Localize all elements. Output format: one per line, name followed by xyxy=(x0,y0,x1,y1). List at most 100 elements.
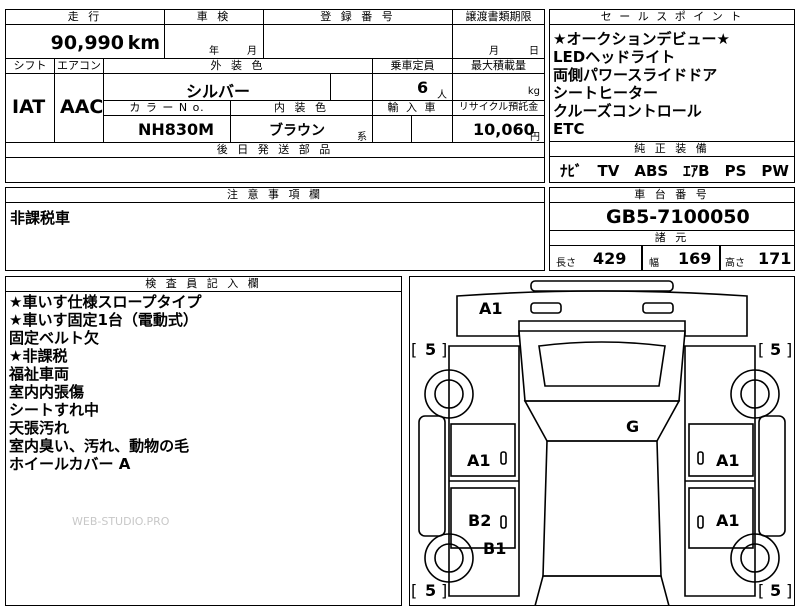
right-front-handle xyxy=(697,451,704,465)
exterior-color-cell: シルバー xyxy=(103,73,331,101)
inspector-note-item: 室内臭い、汚れ、動物の毛 xyxy=(9,437,190,455)
inspector-note-item: ★非課税 xyxy=(9,347,68,365)
notes-text: 非課税車 xyxy=(10,209,71,227)
tire-rl-bracket-open: [ xyxy=(411,581,418,600)
maxload-header: 最大積載量 xyxy=(452,58,545,74)
mileage-header: 走 行 xyxy=(5,9,165,25)
inspection-cell: 年 月 xyxy=(164,24,264,59)
aircon-value: AAC xyxy=(60,96,104,118)
inspector-label: 検 査 員 記 入 欄 xyxy=(145,277,262,290)
recycle-cell: 10,060 円 xyxy=(452,115,545,143)
transfer-doc-label: 譲渡書類期限 xyxy=(465,10,532,23)
imported-header: 輸 入 車 xyxy=(372,100,453,116)
width-label: 幅 xyxy=(649,258,659,269)
roof xyxy=(542,440,662,577)
tire-rl-bracket-close: ] xyxy=(441,581,448,600)
inspector-note-item: ★車いす仕様スロープタイプ xyxy=(9,293,202,311)
inspection-label: 車 検 xyxy=(196,10,232,23)
selling-points-list: ★オークションデビュー★ LEDヘッドライト 両側パワースライドドア シートヒーターク… xyxy=(553,30,730,138)
tire-fl-value: 5 xyxy=(425,340,437,359)
transfer-header: 譲渡書類期限 xyxy=(452,9,545,25)
exterior-color-extra xyxy=(330,73,373,101)
aircon-label: エアコン xyxy=(57,59,101,72)
left-front-handle xyxy=(500,451,507,465)
front-bumper-inner xyxy=(530,302,562,314)
tire-rr-value: 5 xyxy=(770,581,782,600)
height-label: 高さ xyxy=(725,258,745,269)
transfer-month-unit: 月 xyxy=(489,46,499,57)
tire-fr-bracket-open: [ xyxy=(758,340,765,359)
mileage-unit: km xyxy=(127,32,160,54)
left-front-grade: A1 xyxy=(467,451,491,470)
interior-color-label: 内 装 色 xyxy=(274,101,329,114)
right-side-body xyxy=(684,345,756,597)
hood-line xyxy=(538,341,666,387)
inspector-note-item: 室内内張傷 xyxy=(9,383,85,401)
standard-equipment-label: 純 正 装 備 xyxy=(634,142,710,155)
length-value: 429 xyxy=(593,249,627,268)
color-no-header: カ ラ ー N o. xyxy=(103,100,231,116)
tire-fr-value: 5 xyxy=(770,340,782,359)
notes-header: 注 意 事 項 欄 xyxy=(5,187,545,203)
selling-point-item: クルーズコントロール xyxy=(553,102,702,120)
selling-point-item: ETC xyxy=(553,120,585,138)
rear-window xyxy=(534,575,670,606)
inspector-note-item: シートすれ中 xyxy=(9,401,100,419)
recycle-label: リサイクル預託金 xyxy=(458,102,539,113)
specs-header: 諸 元 xyxy=(549,230,795,246)
aftermarket-header: 後 日 発 送 部 品 xyxy=(5,142,545,158)
recycle-unit: 円 xyxy=(530,132,540,143)
inspection-month-unit: 月 xyxy=(247,46,257,57)
right-front-grade: A1 xyxy=(716,451,740,470)
capacity-unit: 人 xyxy=(437,90,447,101)
recycle-value: 10,060 xyxy=(473,120,535,139)
interior-header: 内 装 色 xyxy=(230,100,373,116)
color-no-cell: NH830M xyxy=(103,115,231,143)
standard-equipment-value: ﾅﾋﾞ TV ABS ｴｱB PS PW xyxy=(560,162,789,180)
width-value: 169 xyxy=(678,249,712,268)
chassis-label: 車 台 番 号 xyxy=(634,188,710,201)
front-bumper-inner-2 xyxy=(642,302,674,314)
tire-fl-bracket-close: ] xyxy=(441,340,448,359)
left-rear-grade: B2 xyxy=(468,511,492,530)
inspection-header: 車 検 xyxy=(164,9,264,25)
tire-rr-bracket-open: [ xyxy=(758,581,765,600)
car-diagram xyxy=(418,280,786,606)
imported-cell-1 xyxy=(372,115,412,143)
transfer-day-unit: 日 xyxy=(529,46,539,57)
standard-equipment-header: 純 正 装 備 xyxy=(549,141,795,157)
selling-point-item: LEDヘッドライト xyxy=(553,48,676,66)
tire-fr-bracket-close: ] xyxy=(786,340,793,359)
capacity-header: 乗車定員 xyxy=(372,58,453,74)
registration-header: 登 録 番 号 xyxy=(263,9,453,25)
selling-points-header: セ ー ル ス ポ イ ン ト xyxy=(549,9,795,25)
inspector-note-item: 福祉車両 xyxy=(9,365,70,383)
right-rear-handle xyxy=(697,515,704,529)
selling-point-item: ★オークションデビュー★ xyxy=(553,30,730,48)
interior-color-cell: ブラウン 系 xyxy=(230,115,373,143)
aftermarket-label: 後 日 発 送 部 品 xyxy=(216,143,334,156)
transfer-cell: 月 日 xyxy=(452,24,545,59)
center-grade: G xyxy=(626,417,640,436)
chassis-header: 車 台 番 号 xyxy=(549,187,795,203)
capacity-cell: 6 人 xyxy=(372,73,453,101)
inspector-note-item: ★車いす固定1台（電動式） xyxy=(9,311,198,329)
chassis-number: GB5-7100050 xyxy=(606,206,750,228)
front-grade: A1 xyxy=(479,299,503,318)
shift-cell: IAT xyxy=(5,73,55,143)
interior-color-suffix: 系 xyxy=(357,132,367,143)
length-label: 長さ xyxy=(556,258,576,269)
left-side-body xyxy=(448,345,520,597)
imported-label: 輸 入 車 xyxy=(387,101,438,114)
exterior-header: 外 装 色 xyxy=(103,58,373,74)
exterior-color-label: 外 装 色 xyxy=(210,59,266,72)
inspector-header: 検 査 員 記 入 欄 xyxy=(5,276,402,292)
exterior-color-value: シルバー xyxy=(186,82,251,101)
registration-cell xyxy=(263,24,453,59)
shift-value: IAT xyxy=(12,96,46,118)
mileage-label: 走 行 xyxy=(67,10,103,23)
tire-fl-bracket-open: [ xyxy=(411,340,418,359)
color-no-value: NH830M xyxy=(138,120,215,139)
selling-points-label: セ ー ル ス ポ イ ン ト xyxy=(600,10,744,23)
right-rear-grade: A1 xyxy=(716,511,740,530)
